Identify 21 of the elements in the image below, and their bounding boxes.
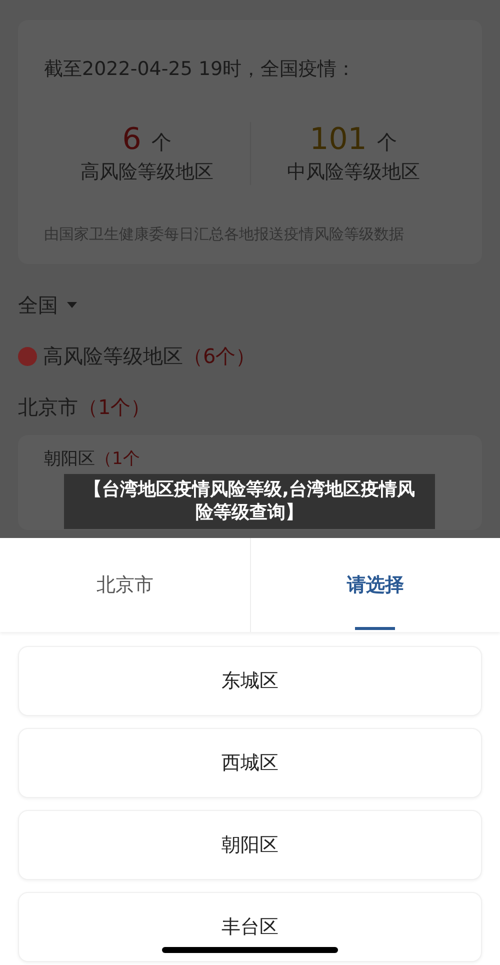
- district-option[interactable]: 西城区: [18, 728, 482, 798]
- group-title: 高风险等级地区: [43, 342, 183, 370]
- stat-unit: 个: [376, 129, 397, 156]
- district-option[interactable]: 东城区: [18, 646, 482, 716]
- district-count: （1个: [95, 448, 140, 470]
- city-name: 北京市: [18, 394, 78, 420]
- district-name: 朝阳区: [44, 448, 95, 470]
- caret-icon: [66, 301, 78, 309]
- district-option[interactable]: 朝阳区: [18, 810, 482, 880]
- stat-count: 101: [310, 122, 367, 157]
- district-option[interactable]: 丰台区: [18, 892, 482, 962]
- stat-count: 6: [122, 122, 142, 157]
- stat-unit: 个: [151, 129, 172, 156]
- city-count: （1个）: [78, 394, 151, 420]
- group-count: （6个）: [183, 342, 256, 370]
- summary-heading: 截至2022-04-25 19时，全国疫情：: [44, 57, 357, 82]
- picker-tab[interactable]: 北京市: [0, 538, 250, 632]
- picker-tab[interactable]: 请选择: [250, 538, 500, 632]
- stat-label: 中风险等级地区: [286, 160, 420, 185]
- stat-label: 高风险等级地区: [80, 160, 214, 185]
- caption-banner: 【台湾地区疫情风险等级,台湾地区疫情风险等级查询】: [64, 474, 435, 529]
